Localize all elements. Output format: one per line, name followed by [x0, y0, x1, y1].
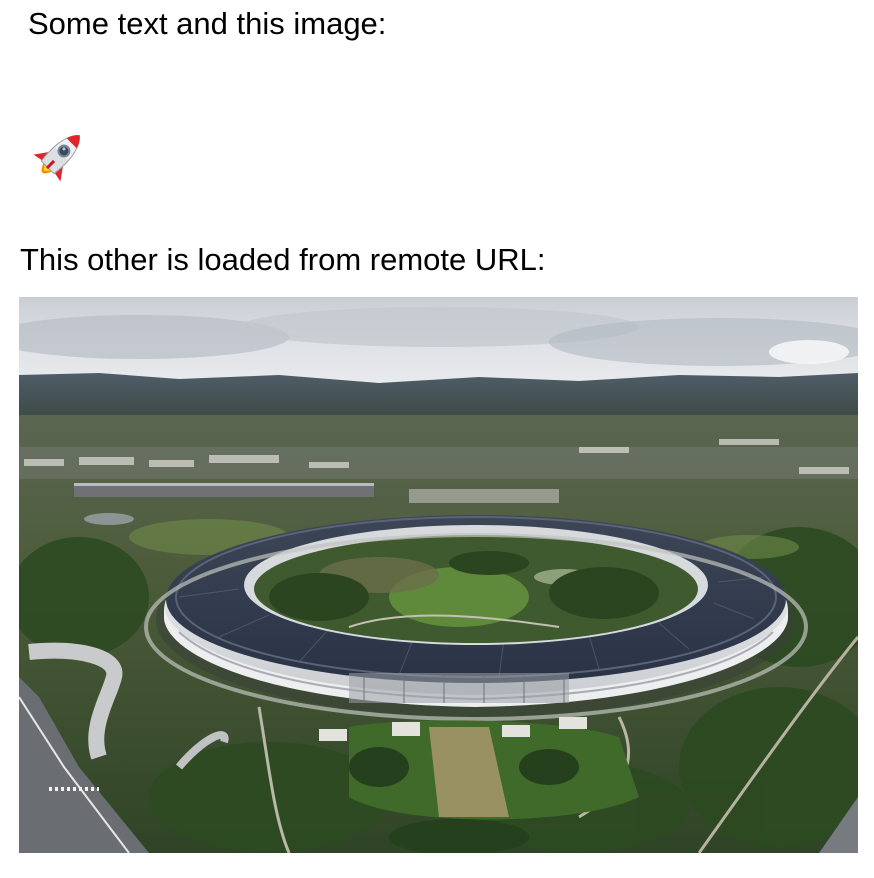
remote-caption: This other is loaded from remote URL:: [20, 242, 546, 277]
rocket-icon: [26, 123, 92, 189]
remote-photo: [19, 297, 858, 853]
intro-text: Some text and this image:: [28, 6, 387, 41]
